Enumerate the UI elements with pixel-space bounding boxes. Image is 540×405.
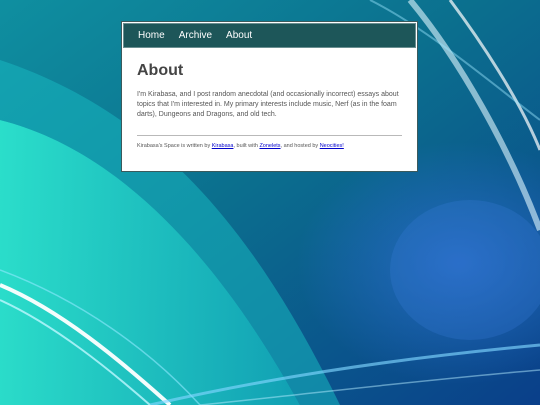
- about-paragraph: I'm Kirabasa, and I post random anecdota…: [137, 91, 399, 118]
- top-navigation: Home Archive About: [123, 23, 416, 48]
- footer-builder-link[interactable]: Zonelets: [259, 143, 280, 149]
- nav-about-link[interactable]: About: [226, 30, 252, 41]
- footer-host-link[interactable]: Neocities!: [320, 143, 344, 149]
- page-title: About: [137, 62, 184, 79]
- nav-home-link[interactable]: Home: [138, 30, 165, 41]
- footer-divider: [137, 135, 402, 136]
- main-content: About I'm Kirabasa, and I post random an…: [122, 62, 417, 149]
- footer-text-1: Kirabasa's Space is written by: [137, 143, 212, 149]
- footer: Kirabasa's Space is written by Kirabasa,…: [137, 143, 402, 149]
- footer-text-3: , and hosted by: [280, 143, 320, 149]
- footer-text-2: , built with: [233, 143, 260, 149]
- content-card: Home Archive About About I'm Kirabasa, a…: [121, 21, 418, 172]
- nav-archive-link[interactable]: Archive: [179, 30, 212, 41]
- footer-author-link[interactable]: Kirabasa: [212, 143, 234, 149]
